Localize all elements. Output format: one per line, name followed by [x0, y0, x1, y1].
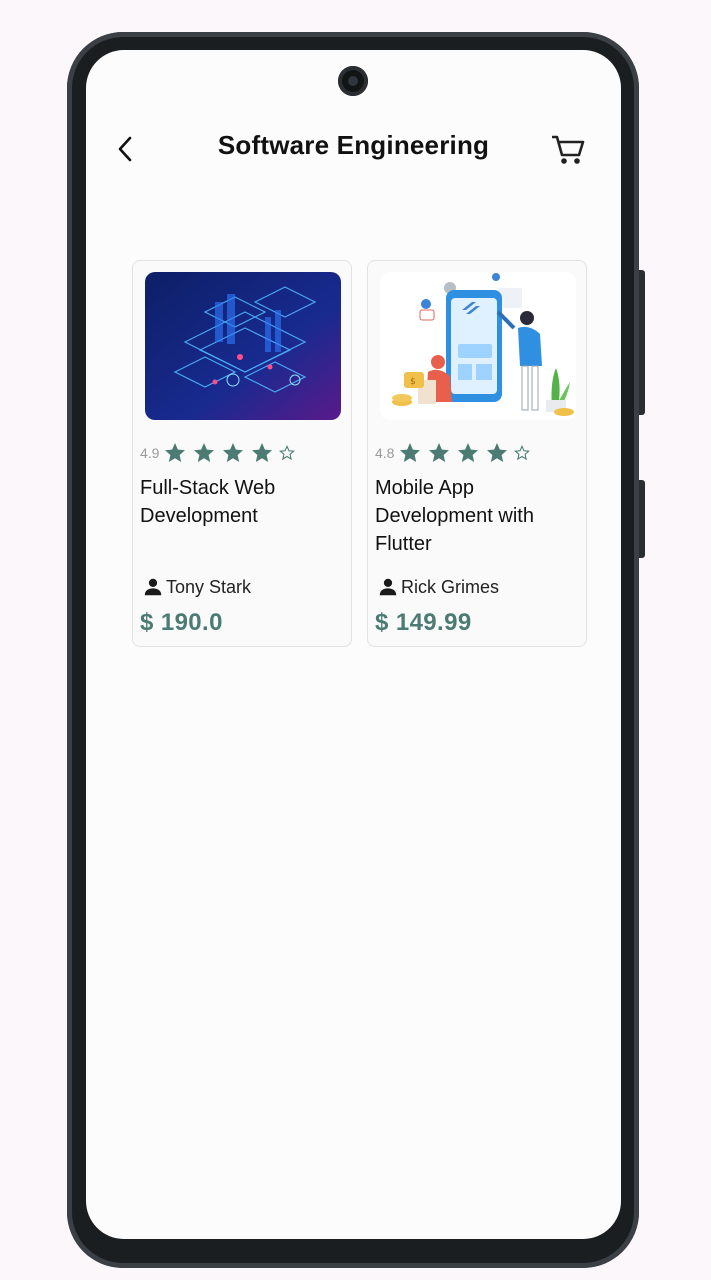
person-icon [144, 578, 162, 596]
svg-text:$: $ [410, 377, 416, 387]
star-filled-icon [429, 443, 450, 462]
star-filled-icon [252, 443, 273, 462]
course-image: $ [380, 272, 576, 420]
cart-button[interactable] [548, 130, 588, 170]
person-icon [379, 578, 397, 596]
app-screen: Software Engineering 4.9 Full-Stack Web … [86, 50, 621, 1239]
course-title: Mobile App Development with Flutter [375, 477, 534, 555]
rating-value: 4.9 [140, 445, 160, 461]
star-filled-icon [194, 443, 215, 462]
shopping-cart-icon [552, 135, 585, 164]
rating-value: 4.8 [375, 445, 395, 461]
star-filled-icon [487, 443, 508, 462]
course-image [145, 272, 341, 420]
course-author: Tony Stark [142, 576, 251, 598]
course-title: Full-Stack Web Development [140, 477, 276, 527]
volume-button [639, 480, 645, 558]
star-empty-icon [514, 445, 531, 461]
front-camera [338, 66, 368, 96]
rating-row: 4.9 [140, 441, 298, 465]
author-name: Tony Stark [166, 576, 252, 597]
star-filled-icon [400, 443, 421, 462]
star-filled-icon [458, 443, 479, 462]
course-price: $ 190.0 [140, 609, 223, 636]
course-card[interactable]: $ 4.8 Mobile App Development with Flutte… [367, 260, 587, 647]
page-title: Software Engineering [217, 130, 490, 160]
power-button [639, 270, 645, 415]
star-filled-icon [223, 443, 244, 462]
rating-row: 4.8 [375, 441, 533, 465]
course-author: Rick Grimes [377, 576, 499, 598]
author-name: Rick Grimes [401, 576, 499, 597]
star-empty-icon [279, 445, 296, 461]
course-card[interactable]: 4.9 Full-Stack Web Development Tony Star… [132, 260, 352, 647]
course-price: $ 149.99 [375, 609, 472, 636]
star-filled-icon [165, 443, 186, 462]
